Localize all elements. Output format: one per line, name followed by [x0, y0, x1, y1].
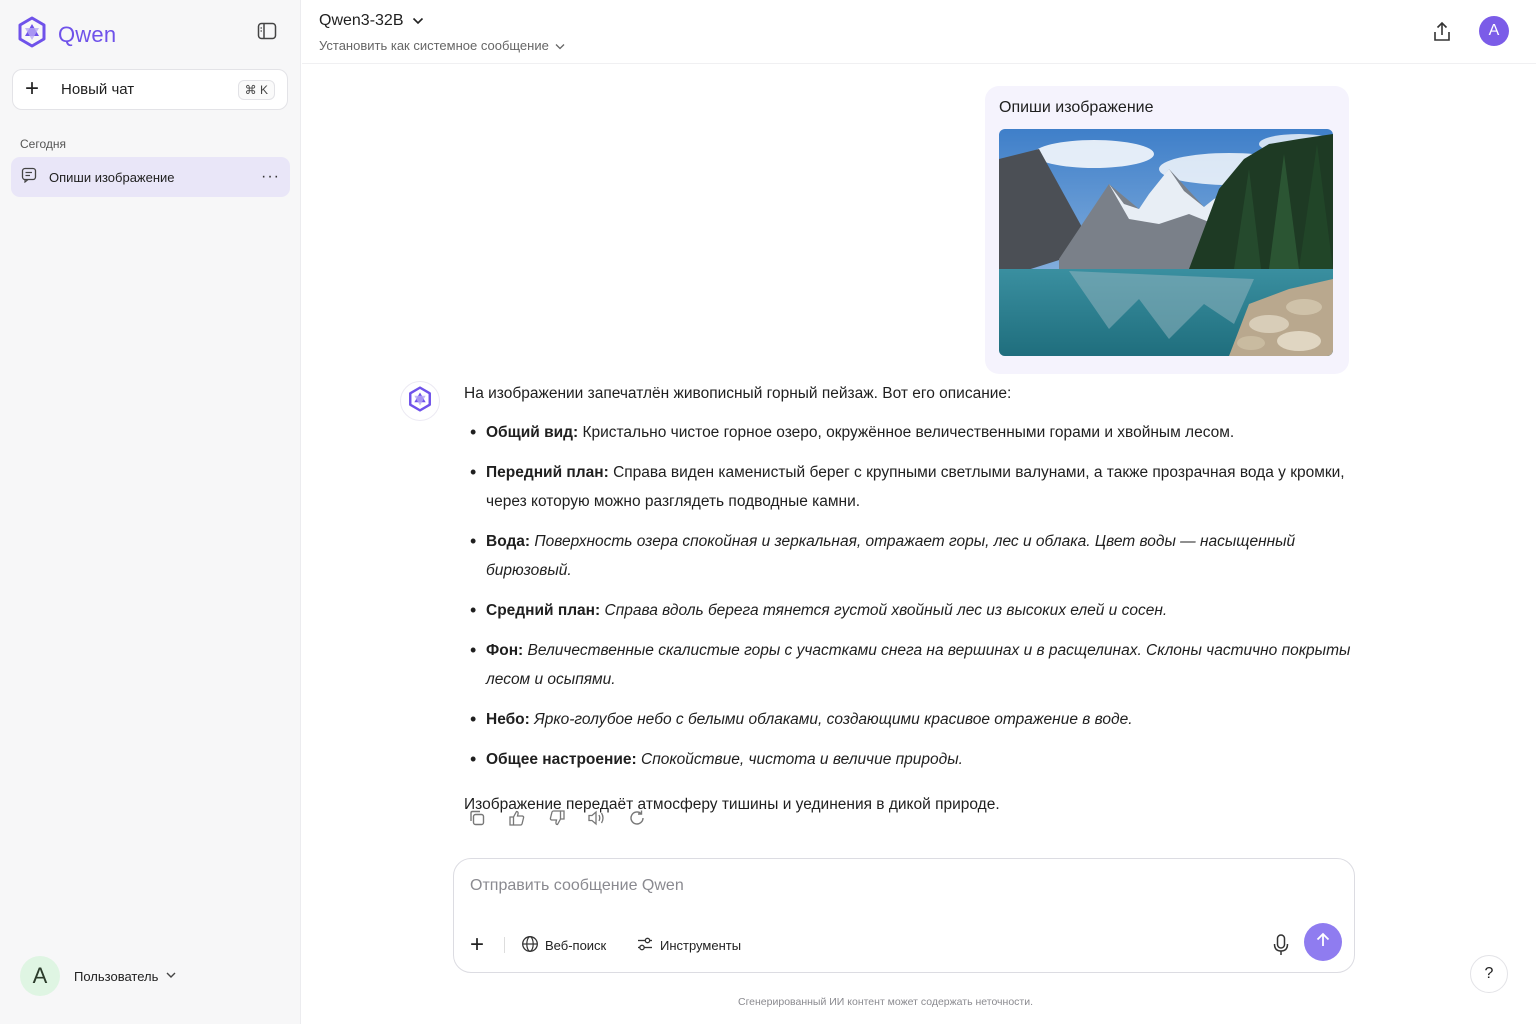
item-text: Поверхность озера спокойная и зеркальная…	[486, 533, 1296, 579]
list-item: Общий вид: Кристально чистое горное озер…	[464, 418, 1354, 447]
microphone-icon	[1271, 934, 1291, 961]
avatar: A	[20, 956, 60, 996]
more-options-icon[interactable]: ···	[261, 168, 280, 186]
sliders-icon	[636, 935, 654, 956]
system-message-label: Установить как системное сообщение	[319, 38, 549, 53]
regenerate-icon[interactable]	[627, 808, 647, 828]
web-search-button[interactable]: Веб-поиск	[521, 933, 606, 957]
send-button[interactable]	[1304, 923, 1342, 961]
new-chat-button[interactable]: + Новый чат ⌘ K	[12, 69, 288, 110]
message-composer: + Веб-поиск Инструменты	[453, 858, 1355, 973]
top-bar: Qwen3-32B Установить как системное сообщ…	[302, 0, 1536, 64]
set-system-message-button[interactable]: Установить как системное сообщение	[319, 38, 565, 53]
sidebar-toggle-icon	[257, 22, 277, 45]
arrow-up-icon	[1314, 931, 1332, 954]
list-item: Небо: Ярко-голубое небо с белыми облакам…	[464, 705, 1354, 734]
web-search-label: Веб-поиск	[545, 937, 607, 953]
tools-label: Инструменты	[660, 937, 742, 953]
item-label: Небо:	[486, 711, 530, 728]
item-text: Справа вдоль берега тянется густой хвойн…	[600, 602, 1168, 619]
user-menu[interactable]: A Пользователь	[20, 956, 176, 996]
help-button[interactable]: ?	[1470, 955, 1508, 993]
model-name: Qwen3-32B	[319, 12, 404, 29]
sidebar: Qwen + Новый чат ⌘ K Сегодня Опиши изобр…	[0, 0, 301, 1024]
speaker-icon[interactable]	[587, 808, 607, 828]
divider	[504, 937, 505, 953]
answer-list: Общий вид: Кристально чистое горное озер…	[464, 418, 1354, 774]
brand-name: Qwen	[58, 21, 117, 47]
list-item: Передний план: Справа виден каменистый б…	[464, 458, 1354, 516]
user-message: Опиши изображение	[985, 86, 1349, 374]
avatar[interactable]: A	[1479, 16, 1509, 46]
chevron-down-icon	[555, 38, 565, 53]
answer-intro: На изображении запечатлён живописный гор…	[464, 385, 1012, 402]
list-item: Общее настроение: Спокойствие, чистота и…	[464, 745, 1354, 774]
item-label: Вода:	[486, 533, 531, 550]
attached-image[interactable]	[999, 129, 1333, 356]
share-icon	[1430, 21, 1454, 48]
assistant-message: На изображении запечатлён живописный гор…	[464, 379, 1354, 819]
chat-title: Опиши изображение	[49, 169, 175, 185]
disclaimer: Сгенерированный ИИ контент может содержа…	[737, 996, 1034, 1008]
chevron-down-icon	[166, 970, 176, 982]
item-text: Кристально чистое горное озеро, окружённ…	[578, 424, 1235, 441]
item-label: Общее настроение:	[486, 751, 637, 768]
shortcut-badge: ⌘ K	[237, 79, 275, 100]
voice-input-button[interactable]	[1271, 933, 1293, 957]
item-label: Общий вид:	[486, 424, 579, 441]
qwen-logo-icon	[407, 385, 433, 417]
list-item: Фон: Величественные скалистые горы с уча…	[464, 636, 1354, 694]
model-selector[interactable]: Qwen3-32B	[319, 12, 424, 30]
share-button[interactable]	[1430, 20, 1454, 44]
message-input[interactable]	[470, 877, 1330, 895]
attach-plus-icon[interactable]: +	[470, 933, 484, 957]
section-label-today: Сегодня	[20, 137, 66, 151]
item-text: Справа виден каменистый берег с крупными…	[486, 464, 1345, 510]
thumbs-up-icon[interactable]	[507, 808, 527, 828]
copy-icon[interactable]	[467, 808, 487, 828]
plus-icon: +	[25, 74, 40, 102]
item-text: Величественные скалистые горы с участкам…	[486, 642, 1351, 688]
qwen-logo-icon	[16, 16, 48, 53]
item-label: Передний план:	[486, 464, 609, 481]
globe-icon	[521, 935, 539, 956]
item-text: Ярко-голубое небо с белыми облаками, соз…	[529, 711, 1133, 728]
item-text: Спокойствие, чистота и величие природы.	[636, 751, 963, 768]
list-item: Вода: Поверхность озера спокойная и зерк…	[464, 527, 1354, 585]
item-label: Средний план:	[486, 602, 601, 619]
item-label: Фон:	[486, 642, 524, 659]
thumbs-down-icon[interactable]	[547, 808, 567, 828]
collapse-sidebar-button[interactable]	[255, 22, 279, 44]
new-chat-label: Новый чат	[61, 81, 135, 98]
user-message-text: Опиши изображение	[999, 99, 1154, 116]
list-item: Средний план: Справа вдоль берега тянетс…	[464, 596, 1354, 625]
user-name: Пользователь	[74, 968, 159, 984]
message-actions	[467, 808, 647, 828]
brand[interactable]: Qwen	[16, 16, 116, 53]
tools-button[interactable]: Инструменты	[636, 933, 741, 957]
chevron-down-icon	[412, 12, 424, 30]
assistant-avatar	[400, 381, 440, 421]
chat-list-item[interactable]: Опиши изображение ···	[11, 157, 290, 197]
chat-bubble-icon	[21, 167, 37, 188]
